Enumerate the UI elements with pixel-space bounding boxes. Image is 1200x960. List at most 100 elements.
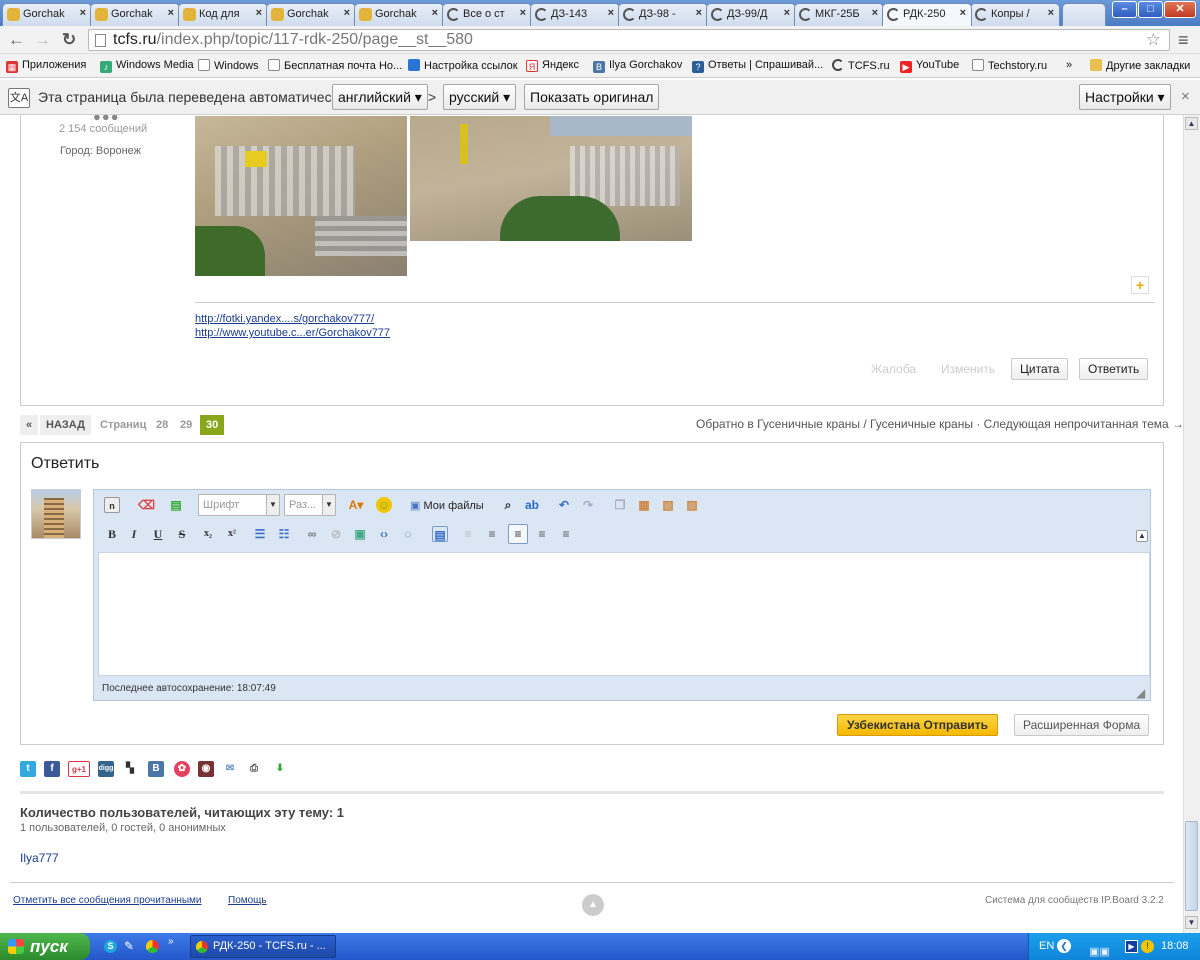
scroll-up-arrow-icon[interactable]: ▲ [1185, 117, 1198, 130]
strikethrough-icon[interactable]: S [174, 526, 190, 542]
more-bookmarks-chevron[interactable]: » [1066, 59, 1072, 71]
minimize-icon[interactable]: – [1112, 1, 1137, 18]
page-link-28[interactable]: 28 [150, 415, 174, 435]
scrollbar-thumb[interactable] [1185, 821, 1198, 911]
eraser-icon[interactable]: ⌫ [138, 497, 155, 513]
bookmark-item[interactable]: TCFS.ru [832, 59, 890, 72]
paste-word-icon[interactable]: ▨ [684, 497, 700, 513]
close-window-icon[interactable]: ✕ [1164, 1, 1196, 18]
myspace-icon[interactable]: ✿ [174, 761, 190, 777]
browser-tab[interactable]: Все о ст × [442, 3, 532, 26]
italic-icon[interactable]: I [126, 526, 142, 542]
spoiler-icon[interactable]: ▤ [432, 526, 448, 542]
close-translate-bar-icon[interactable]: × [1181, 88, 1190, 105]
browser-tab[interactable]: Gorchak × [266, 3, 356, 26]
paste-text-icon[interactable]: ▤ [168, 497, 184, 513]
quick-launch-icon[interactable]: ✎ [124, 939, 134, 953]
start-button[interactable]: пуск [0, 933, 90, 960]
close-tab-icon[interactable]: × [1048, 7, 1054, 19]
close-tab-icon[interactable]: × [80, 7, 86, 19]
construction-photo[interactable] [195, 116, 407, 276]
code-icon[interactable]: ‹› [376, 526, 392, 542]
font-select[interactable]: Шрифт ▼ [198, 494, 280, 516]
close-tab-icon[interactable]: × [960, 7, 966, 19]
google-plus-icon[interactable]: g+1 [68, 761, 90, 777]
online-user-link[interactable]: Ilya777 [20, 851, 59, 865]
maximize-icon[interactable]: □ [1138, 1, 1163, 18]
bookmark-item[interactable]: Windows [198, 59, 259, 72]
target-language-select[interactable]: русский ▾ [443, 84, 517, 110]
download-icon[interactable]: ⬇ [272, 761, 288, 777]
reload-icon[interactable]: ↻ [62, 30, 76, 50]
help-link[interactable]: Помощь [228, 895, 267, 906]
find-icon[interactable]: ⌕ [500, 497, 516, 513]
bookmark-item[interactable]: В Ilya Gorchakov [593, 59, 682, 73]
scroll-to-top-icon[interactable]: ▲ [582, 894, 604, 916]
bookmark-item[interactable]: Я Яндекс [526, 59, 579, 72]
source-language-select[interactable]: английский ▾ [332, 84, 428, 110]
forward-arrow-icon[interactable]: → [34, 30, 51, 50]
copy-icon[interactable]: ❐ [612, 497, 628, 513]
advanced-form-button[interactable]: Расширенная Форма [1014, 714, 1150, 736]
menu-icon[interactable]: ≡ [1178, 30, 1189, 50]
source-icon[interactable]: n [104, 497, 120, 513]
browser-tab[interactable]: Копры / × [970, 3, 1060, 26]
tray-expand-icon[interactable]: ❮ [1057, 939, 1071, 953]
browser-tab[interactable]: ДЗ-99/Д × [706, 3, 796, 26]
redo-icon[interactable]: ↷ [580, 497, 596, 513]
bookmark-item[interactable]: ▶ YouTube [900, 59, 959, 73]
collapse-toolbar-icon[interactable]: ▲ [1136, 530, 1148, 542]
undo-icon[interactable]: ↶ [556, 497, 572, 513]
skype-icon[interactable]: S [104, 940, 117, 953]
browser-tab[interactable]: Код для × [178, 3, 268, 26]
font-color-icon[interactable]: A▾ [344, 497, 368, 513]
unlink-icon[interactable]: ⊘ [328, 526, 344, 542]
back-page-button[interactable]: НАЗАД [40, 415, 91, 435]
submit-reply-button[interactable]: Узбекистана Отправить [837, 714, 998, 736]
browser-tab[interactable]: МКГ-25Б × [794, 3, 884, 26]
topic-navigation[interactable]: Обратно в Гусеничные краны / Гусеничные … [696, 417, 1183, 431]
user-avatar[interactable] [31, 489, 81, 539]
size-select[interactable]: Раз... ▼ [284, 494, 336, 516]
vkontakte-icon[interactable]: B [148, 761, 164, 777]
reply-button[interactable]: Ответить [1079, 358, 1149, 380]
media-player-icon[interactable]: ▶ [1125, 940, 1138, 953]
network-icon[interactable]: ▣▣ [1089, 939, 1110, 960]
underline-icon[interactable]: U [150, 526, 166, 542]
taskbar-window-button[interactable]: РДК-250 - TCFS.ru - ... [190, 935, 336, 958]
bookmark-apps[interactable]: ▦ Приложения [6, 59, 86, 73]
bookmark-star-icon[interactable]: ☆ [1146, 30, 1161, 50]
link-icon[interactable]: ∞ [304, 526, 320, 542]
page-link-29[interactable]: 29 [174, 415, 198, 435]
bookmark-item[interactable]: ? Ответы | Спрашивай... [692, 59, 823, 73]
email-icon[interactable]: ✉ [222, 761, 238, 777]
expand-quicklaunch-icon[interactable]: » [168, 936, 174, 947]
bookmark-item[interactable]: Techstory.ru [972, 59, 1047, 72]
paste-plain-icon[interactable]: ▧ [660, 497, 676, 513]
other-bookmarks-folder[interactable]: Другие закладки [1090, 59, 1190, 72]
print-icon[interactable]: ⎙ [246, 761, 262, 777]
browser-tab[interactable]: Gorchak × [2, 3, 92, 26]
bullet-list-icon[interactable]: ☰ [252, 526, 268, 542]
align-right-icon[interactable]: ≡ [558, 526, 574, 542]
browser-tab[interactable]: ДЗ-98 - × [618, 3, 708, 26]
align-center-icon[interactable]: ≡ [534, 526, 550, 542]
paste-icon[interactable]: ▦ [636, 497, 652, 513]
close-tab-icon[interactable]: × [432, 7, 438, 19]
multiquote-add-icon[interactable]: + [1131, 276, 1149, 294]
bold-icon[interactable]: B [104, 526, 120, 542]
browser-tab[interactable]: Gorchak × [354, 3, 444, 26]
close-tab-icon[interactable]: × [608, 7, 614, 19]
facebook-icon[interactable]: f [44, 761, 60, 777]
outdent-icon[interactable]: ≡ [460, 526, 476, 542]
close-tab-icon[interactable]: × [784, 7, 790, 19]
my-files-button[interactable]: ▣ Мои файлы [410, 499, 484, 512]
quote-button[interactable]: Цитата [1011, 358, 1069, 380]
address-bar[interactable]: tcfs.ru/index.php/topic/117-rdk-250/page… [88, 29, 1170, 51]
language-indicator[interactable]: EN [1039, 933, 1054, 960]
superscript-icon[interactable]: x² [224, 526, 240, 542]
numbered-list-icon[interactable]: ☷ [276, 526, 292, 542]
bookmark-item[interactable]: Настройка ссылок [408, 59, 518, 72]
clock[interactable]: 18:08 [1161, 933, 1189, 960]
odnoklassniki-icon[interactable]: ◉ [198, 761, 214, 777]
